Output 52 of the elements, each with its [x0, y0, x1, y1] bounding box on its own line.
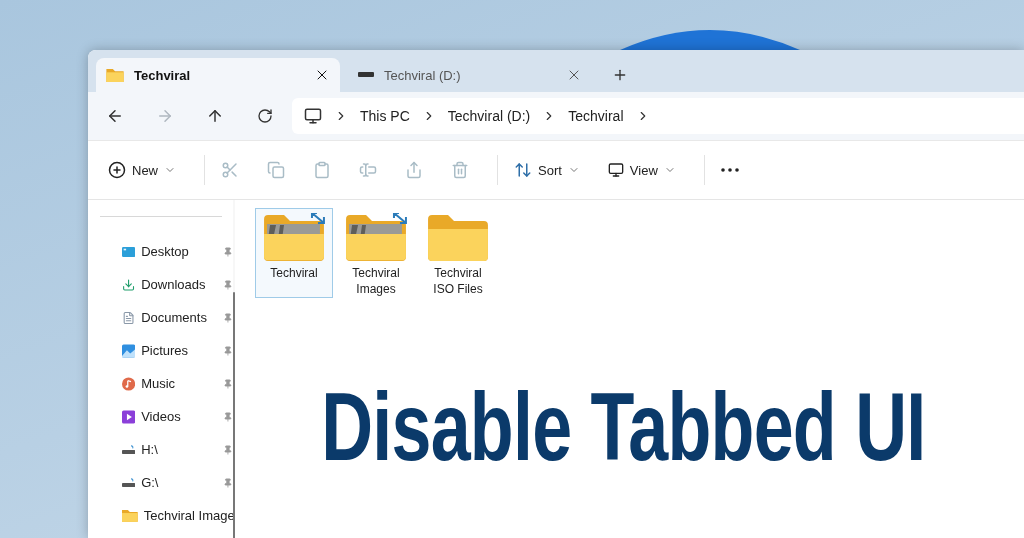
video-icon [122, 408, 136, 425]
folder-item[interactable]: Techviral ISO Files [419, 208, 497, 298]
desktop-icon [122, 245, 136, 258]
sidebar-item[interactable]: Techviral Image [100, 499, 233, 532]
more-icon [720, 168, 739, 172]
sidebar-item[interactable]: Downloads [100, 268, 233, 301]
share-icon [405, 161, 423, 179]
clipboard-icon [313, 161, 331, 179]
sidebar-item[interactable]: Pictures [100, 334, 233, 367]
scrollbar-thumb[interactable] [233, 292, 235, 538]
rename-icon [359, 161, 377, 179]
breadcrumb[interactable]: This PC [360, 108, 410, 124]
folder-icon [122, 509, 138, 522]
drive-icon [358, 72, 374, 78]
folder-icon [344, 213, 408, 263]
breadcrumb[interactable]: Techviral (D:) [447, 108, 531, 124]
sidebar-item[interactable]: Videos [100, 400, 233, 433]
drive-icon [122, 443, 136, 456]
sidebar-item[interactable]: Music [100, 367, 233, 400]
back-icon [106, 107, 124, 125]
folder-icon [106, 68, 124, 82]
tab[interactable]: Techviral (D:) [348, 58, 592, 92]
copy-icon [267, 161, 285, 179]
sidebar-item[interactable]: Desktop [100, 235, 233, 268]
plus-icon [108, 161, 126, 179]
document-icon [122, 309, 136, 326]
folder-item[interactable]: Techviral Images [337, 208, 415, 298]
trash-icon [451, 161, 469, 179]
new-button[interactable]: New [100, 154, 184, 186]
refresh-icon [257, 108, 273, 124]
view-button[interactable]: View [599, 154, 684, 186]
music-icon [122, 375, 136, 392]
plus-icon [612, 67, 628, 83]
computer-icon [304, 107, 322, 125]
sidebar-item[interactable]: H:\ [100, 433, 233, 466]
sidebar-item[interactable]: Documents [100, 301, 233, 334]
folder-icon [426, 213, 490, 263]
address-bar[interactable]: This PC Techviral (D:) Techviral [292, 98, 1024, 134]
sort-button[interactable]: Sort [506, 154, 588, 186]
forward-icon [156, 107, 174, 125]
drive-icon [122, 476, 136, 489]
picture-icon [122, 342, 136, 359]
sidebar-item[interactable]: G:\ [100, 466, 233, 499]
scissors-icon [221, 161, 239, 179]
folder-icon [262, 213, 326, 263]
headline: Disable Tabbed UI [321, 378, 926, 475]
folder-item[interactable]: Techviral [255, 208, 333, 298]
breadcrumb[interactable]: Techviral [568, 108, 624, 124]
download-icon [122, 276, 136, 293]
view-icon [607, 162, 624, 178]
sort-icon [514, 161, 532, 179]
tab[interactable]: Techviral [96, 58, 340, 92]
